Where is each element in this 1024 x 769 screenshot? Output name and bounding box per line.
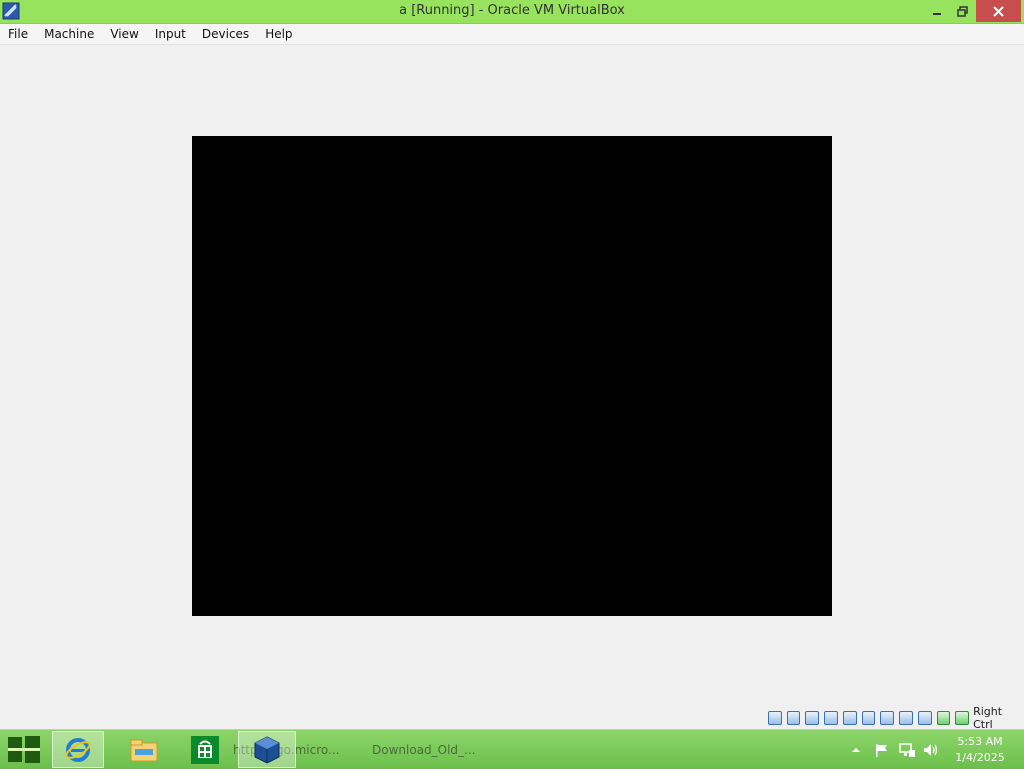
- menu-bar: File Machine View Input Devices Help: [0, 24, 1024, 45]
- close-icon: [993, 5, 1004, 17]
- network-icon[interactable]: [898, 742, 916, 758]
- vm-status-bar: Right Ctrl: [768, 705, 1024, 731]
- audio-icon[interactable]: [805, 711, 820, 725]
- menu-input[interactable]: Input: [147, 24, 194, 44]
- video-capture-icon[interactable]: [899, 711, 913, 725]
- show-hidden-icons-icon[interactable]: [848, 742, 864, 758]
- clock-date: 1/4/2025: [955, 751, 1005, 764]
- vm-screen[interactable]: [192, 136, 832, 616]
- network-icon[interactable]: [824, 711, 838, 725]
- clock-time: 5:53 AM: [957, 735, 1003, 748]
- start-button[interactable]: [7, 735, 41, 765]
- minimize-icon: [933, 13, 941, 15]
- taskbar-item-download[interactable]: Download_Old_...: [364, 731, 492, 768]
- host-key-label: Right Ctrl: [973, 705, 1003, 731]
- keyboard-icon[interactable]: [955, 711, 970, 725]
- taskbar-item-download-label: Download_Old_...: [372, 742, 476, 757]
- virtualbox-icon: [254, 735, 280, 764]
- display-icon[interactable]: [880, 711, 895, 725]
- window-title: a [Running] - Oracle VM VirtualBox: [399, 3, 625, 18]
- restore-icon: [956, 5, 968, 17]
- taskbar-clock[interactable]: 5:53 AM 1/4/2025: [944, 734, 1016, 766]
- taskbar-item-explorer[interactable]: [118, 731, 170, 768]
- restore-button[interactable]: [950, 0, 974, 22]
- mouse-integration-icon[interactable]: [917, 711, 932, 725]
- optical-drive-icon[interactable]: [786, 711, 801, 725]
- volume-icon[interactable]: [922, 742, 940, 758]
- taskbar-item-ie[interactable]: [52, 731, 104, 768]
- system-tray: [848, 730, 940, 769]
- taskbar-item-virtualbox[interactable]: [238, 731, 296, 768]
- menu-devices[interactable]: Devices: [194, 24, 257, 44]
- close-button[interactable]: [976, 0, 1021, 22]
- minimize-button[interactable]: [925, 0, 949, 22]
- store-icon: [191, 735, 219, 764]
- action-center-flag-icon[interactable]: [874, 742, 890, 758]
- cpu-icon[interactable]: [936, 711, 951, 725]
- usb-icon[interactable]: [842, 711, 857, 725]
- hard-disk-icon[interactable]: [768, 711, 782, 725]
- file-explorer-icon: [130, 739, 158, 761]
- shared-folders-icon[interactable]: [861, 711, 876, 725]
- menu-machine[interactable]: Machine: [36, 24, 102, 44]
- taskbar-item-store[interactable]: [182, 731, 228, 768]
- internet-explorer-icon: [65, 737, 91, 762]
- menu-help[interactable]: Help: [257, 24, 300, 44]
- taskbar: https://go.micro... Download_Old_... 5:5…: [0, 729, 1024, 769]
- title-bar: a [Running] - Oracle VM VirtualBox: [0, 0, 1024, 24]
- menu-file[interactable]: File: [0, 24, 36, 44]
- menu-view[interactable]: View: [102, 24, 146, 44]
